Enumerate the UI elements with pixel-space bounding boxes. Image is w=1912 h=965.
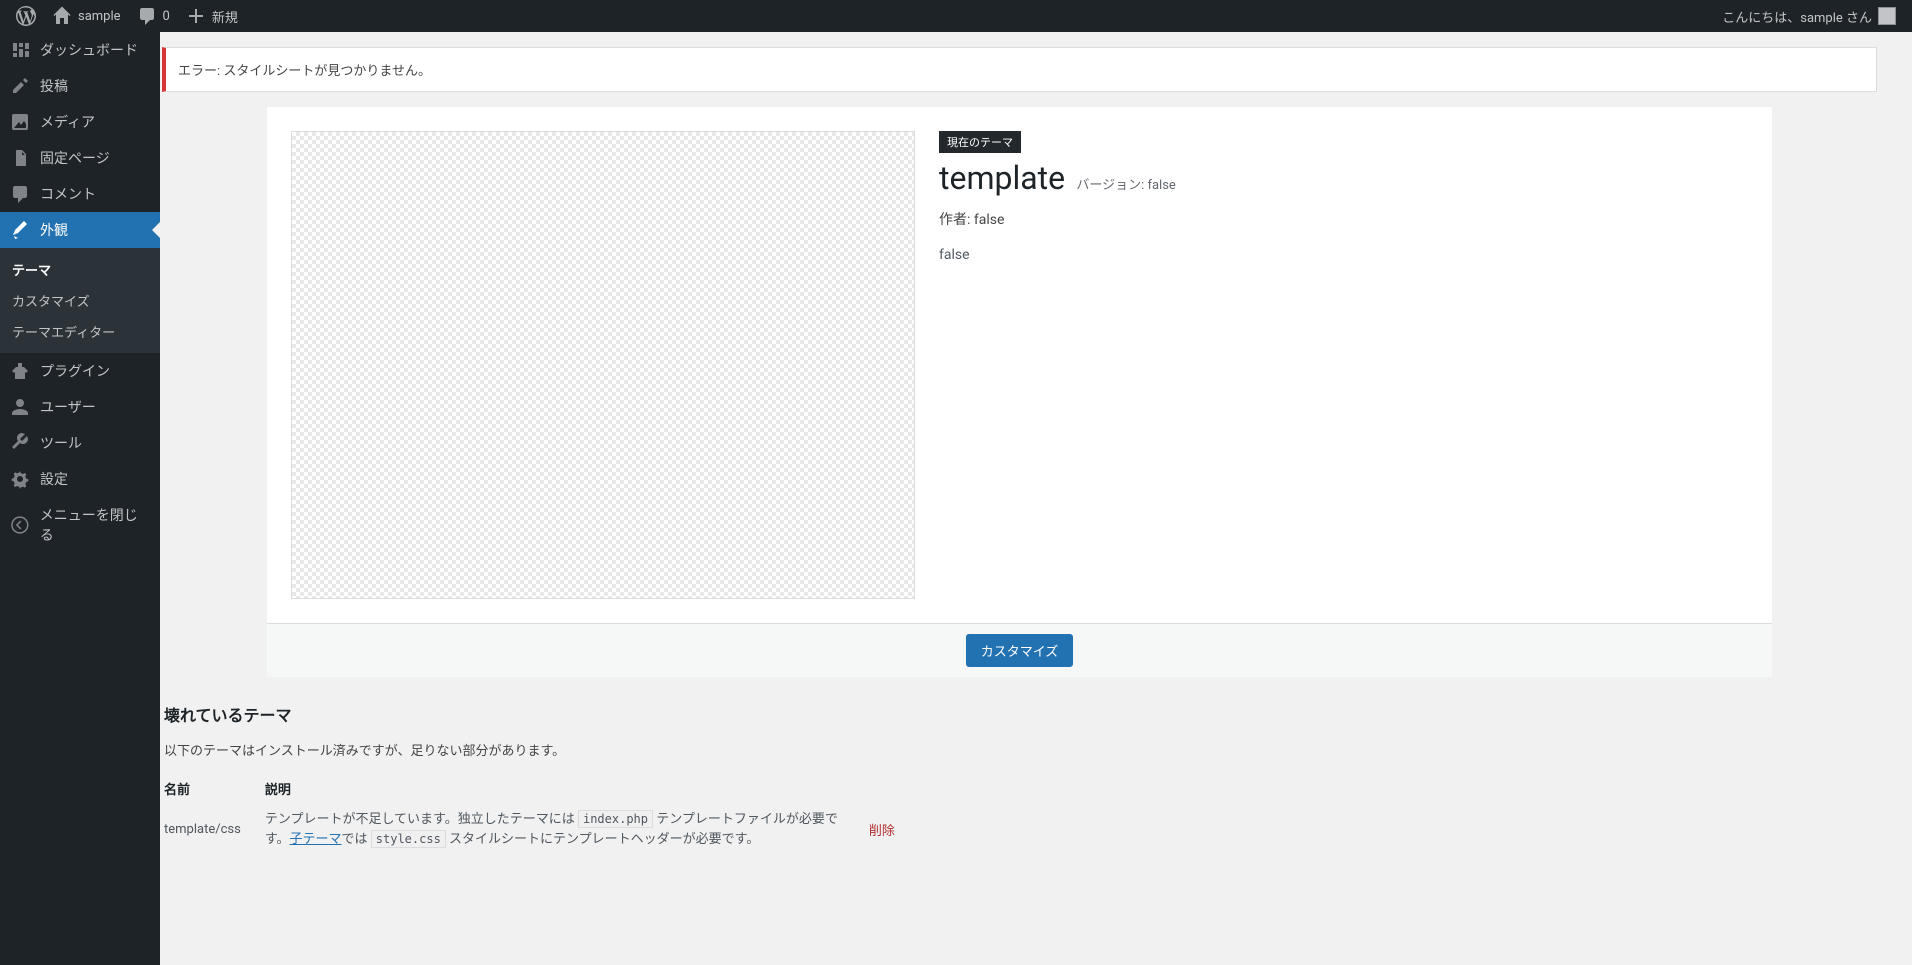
dashboard-icon: [10, 40, 30, 60]
menu-media[interactable]: メディア: [0, 104, 160, 140]
current-theme-label: 現在のテーマ: [939, 131, 1021, 153]
theme-panel: 現在のテーマ template バージョン: false 作者: false f…: [267, 107, 1772, 677]
broken-intro: 以下のテーマはインストール済みですが、足りない部分があります。: [164, 740, 1877, 759]
wp-logo[interactable]: [8, 0, 44, 32]
menu-dashboard[interactable]: ダッシュボード: [0, 32, 160, 68]
delete-link[interactable]: 削除: [869, 824, 895, 839]
code-index: index.php: [578, 810, 653, 828]
code-style: style.css: [371, 830, 446, 848]
menu-posts[interactable]: 投稿: [0, 68, 160, 104]
home-icon: [52, 6, 72, 26]
col-name: 名前: [164, 773, 265, 804]
menu-users[interactable]: ユーザー: [0, 389, 160, 425]
submenu-appearance: テーマ カスタマイズ テーマエディター: [0, 248, 160, 353]
menu-comments[interactable]: コメント: [0, 176, 160, 212]
child-theme-link[interactable]: 子テーマ: [290, 832, 342, 847]
comments-icon: [10, 184, 30, 204]
submenu-themes[interactable]: テーマ: [0, 254, 160, 285]
theme-version: バージョン: false: [1076, 178, 1175, 193]
comment-icon: [137, 6, 157, 26]
menu-plugins[interactable]: プラグイン: [0, 353, 160, 389]
submenu-customize[interactable]: カスタマイズ: [0, 285, 160, 316]
broken-theme-desc: テンプレートが不足しています。独立したテーマには index.php テンプレー…: [265, 810, 845, 849]
menu-tools[interactable]: ツール: [0, 425, 160, 461]
greeting-text: こんにちは、sample さん: [1722, 7, 1872, 26]
menu-pages[interactable]: 固定ページ: [0, 140, 160, 176]
theme-description: false: [939, 247, 1748, 263]
menu-collapse[interactable]: メニューを閉じる: [0, 497, 160, 553]
settings-icon: [10, 469, 30, 489]
posts-icon: [10, 76, 30, 96]
collapse-icon: [10, 515, 30, 535]
site-link[interactable]: sample: [44, 0, 129, 32]
users-icon: [10, 397, 30, 417]
broken-heading: 壊れているテーマ: [164, 702, 1877, 726]
menu-appearance[interactable]: 外観: [0, 212, 160, 248]
theme-author: 作者: false: [939, 209, 1748, 229]
theme-screenshot: [291, 131, 915, 599]
site-name: sample: [78, 9, 121, 24]
account-link[interactable]: こんにちは、sample さん: [1714, 0, 1904, 32]
comments-link[interactable]: 0: [129, 0, 178, 32]
new-label: 新規: [212, 7, 238, 26]
appearance-icon: [10, 220, 30, 240]
customize-button[interactable]: カスタマイズ: [966, 634, 1074, 667]
pages-icon: [10, 148, 30, 168]
error-text: エラー: スタイルシートが見つかりません。: [178, 64, 431, 79]
plugins-icon: [10, 361, 30, 381]
plus-icon: [186, 6, 206, 26]
broken-theme-name: template/css: [164, 804, 265, 855]
comment-count: 0: [163, 9, 170, 24]
col-desc: 説明: [265, 773, 869, 804]
media-icon: [10, 112, 30, 132]
error-notice: エラー: スタイルシートが見つかりません。: [162, 47, 1877, 92]
submenu-theme-editor[interactable]: テーマエディター: [0, 316, 160, 347]
menu-settings[interactable]: 設定: [0, 461, 160, 497]
theme-name: template: [939, 159, 1065, 197]
tools-icon: [10, 433, 30, 453]
avatar: [1878, 7, 1896, 25]
new-content[interactable]: 新規: [178, 0, 246, 32]
table-row: template/css テンプレートが不足しています。独立したテーマには in…: [164, 804, 919, 855]
